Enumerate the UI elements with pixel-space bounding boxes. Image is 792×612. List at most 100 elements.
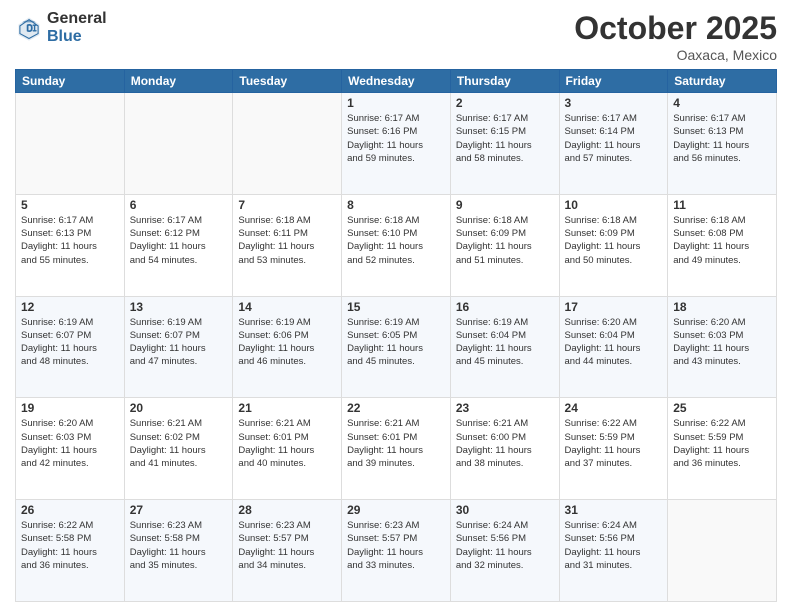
calendar-cell: 27 Sunrise: 6:23 AM Sunset: 5:58 PM Dayli… bbox=[124, 500, 233, 602]
calendar-day-header: Thursday bbox=[450, 70, 559, 93]
day-info: Sunrise: 6:21 AM Sunset: 6:02 PM Dayligh… bbox=[130, 417, 228, 470]
day-number: 20 bbox=[130, 401, 228, 415]
day-info: Sunrise: 6:17 AM Sunset: 6:15 PM Dayligh… bbox=[456, 112, 554, 165]
calendar-day-header: Wednesday bbox=[342, 70, 451, 93]
calendar-cell: 31Sunrise: 6:24 AM Sunset: 5:56 PM Dayli… bbox=[559, 500, 668, 602]
calendar-cell: 3Sunrise: 6:17 AM Sunset: 6:14 PM Daylig… bbox=[559, 93, 668, 195]
calendar-cell bbox=[668, 500, 777, 602]
day-info: Sunrise: 6:21 AM Sunset: 6:01 PM Dayligh… bbox=[238, 417, 336, 470]
day-number: 5 bbox=[21, 198, 119, 212]
day-info: Sunrise: 6:18 AM Sunset: 6:08 PM Dayligh… bbox=[673, 214, 771, 267]
calendar-cell bbox=[16, 93, 125, 195]
calendar-cell: 20 Sunrise: 6:21 AM Sunset: 6:02 PM Dayli… bbox=[124, 398, 233, 500]
calendar-cell: 15Sunrise: 6:19 AM Sunset: 6:05 PM Dayli… bbox=[342, 296, 451, 398]
header: General Blue October 2025 Oaxaca, Mexico bbox=[15, 10, 777, 63]
day-info: Sunrise: 6:17 AM Sunset: 6:12 PM Dayligh… bbox=[130, 214, 228, 267]
day-info: Sunrise: 6:17 AM Sunset: 6:13 PM Dayligh… bbox=[673, 112, 771, 165]
calendar-cell: 5 Sunrise: 6:17 AM Sunset: 6:13 PM Daylig… bbox=[16, 194, 125, 296]
calendar-day-header: Monday bbox=[124, 70, 233, 93]
day-number: 23 bbox=[456, 401, 554, 415]
day-number: 22 bbox=[347, 401, 445, 415]
calendar-cell: 14 Sunrise: 6:19 AM Sunset: 6:06 PM Dayli… bbox=[233, 296, 342, 398]
day-info: Sunrise: 6:20 AM Sunset: 6:04 PM Dayligh… bbox=[565, 316, 663, 369]
day-number: 29 bbox=[347, 503, 445, 517]
day-number: 16 bbox=[456, 300, 554, 314]
title-block: October 2025 Oaxaca, Mexico bbox=[574, 10, 777, 63]
logo-icon bbox=[15, 14, 43, 42]
day-info: Sunrise: 6:20 AM Sunset: 6:03 PM Dayligh… bbox=[673, 316, 771, 369]
calendar-day-header: Tuesday bbox=[233, 70, 342, 93]
day-info: Sunrise: 6:18 AM Sunset: 6:09 PM Dayligh… bbox=[565, 214, 663, 267]
day-info: Sunrise: 6:19 AM Sunset: 6:04 PM Dayligh… bbox=[456, 316, 554, 369]
calendar-cell: 12 Sunrise: 6:19 AM Sunset: 6:07 PM Dayli… bbox=[16, 296, 125, 398]
day-info: Sunrise: 6:22 AM Sunset: 5:59 PM Dayligh… bbox=[673, 417, 771, 470]
calendar-cell: 19 Sunrise: 6:20 AM Sunset: 6:03 PM Dayli… bbox=[16, 398, 125, 500]
day-info: Sunrise: 6:22 AM Sunset: 5:58 PM Dayligh… bbox=[21, 519, 119, 572]
day-number: 14 bbox=[238, 300, 336, 314]
calendar-cell: 6 Sunrise: 6:17 AM Sunset: 6:12 PM Daylig… bbox=[124, 194, 233, 296]
day-info: Sunrise: 6:19 AM Sunset: 6:07 PM Dayligh… bbox=[21, 316, 119, 369]
day-number: 3 bbox=[565, 96, 663, 110]
day-number: 6 bbox=[130, 198, 228, 212]
day-info: Sunrise: 6:22 AM Sunset: 5:59 PM Dayligh… bbox=[565, 417, 663, 470]
day-number: 19 bbox=[21, 401, 119, 415]
day-number: 4 bbox=[673, 96, 771, 110]
day-number: 9 bbox=[456, 198, 554, 212]
calendar-week-row: 1Sunrise: 6:17 AM Sunset: 6:16 PM Daylig… bbox=[16, 93, 777, 195]
day-info: Sunrise: 6:24 AM Sunset: 5:56 PM Dayligh… bbox=[565, 519, 663, 572]
calendar-cell: 1Sunrise: 6:17 AM Sunset: 6:16 PM Daylig… bbox=[342, 93, 451, 195]
calendar-cell: 17 Sunrise: 6:20 AM Sunset: 6:04 PM Dayli… bbox=[559, 296, 668, 398]
day-info: Sunrise: 6:24 AM Sunset: 5:56 PM Dayligh… bbox=[456, 519, 554, 572]
calendar-cell: 16 Sunrise: 6:19 AM Sunset: 6:04 PM Dayli… bbox=[450, 296, 559, 398]
calendar-cell bbox=[233, 93, 342, 195]
calendar-cell: 26 Sunrise: 6:22 AM Sunset: 5:58 PM Dayli… bbox=[16, 500, 125, 602]
day-info: Sunrise: 6:19 AM Sunset: 6:05 PM Dayligh… bbox=[347, 316, 445, 369]
day-number: 12 bbox=[21, 300, 119, 314]
calendar-week-row: 5 Sunrise: 6:17 AM Sunset: 6:13 PM Daylig… bbox=[16, 194, 777, 296]
day-number: 26 bbox=[21, 503, 119, 517]
calendar-cell: 10Sunrise: 6:18 AM Sunset: 6:09 PM Dayli… bbox=[559, 194, 668, 296]
calendar-cell: 25 Sunrise: 6:22 AM Sunset: 5:59 PM Dayli… bbox=[668, 398, 777, 500]
day-number: 25 bbox=[673, 401, 771, 415]
day-number: 11 bbox=[673, 198, 771, 212]
calendar-table: SundayMondayTuesdayWednesdayThursdayFrid… bbox=[15, 69, 777, 602]
location: Oaxaca, Mexico bbox=[574, 47, 777, 63]
logo-text: General Blue bbox=[47, 10, 107, 45]
day-info: Sunrise: 6:20 AM Sunset: 6:03 PM Dayligh… bbox=[21, 417, 119, 470]
calendar-cell: 23Sunrise: 6:21 AM Sunset: 6:00 PM Dayli… bbox=[450, 398, 559, 500]
calendar-cell: 8 Sunrise: 6:18 AM Sunset: 6:10 PM Daylig… bbox=[342, 194, 451, 296]
day-number: 1 bbox=[347, 96, 445, 110]
calendar-day-header: Saturday bbox=[668, 70, 777, 93]
calendar-cell: 24Sunrise: 6:22 AM Sunset: 5:59 PM Dayli… bbox=[559, 398, 668, 500]
day-info: Sunrise: 6:21 AM Sunset: 6:01 PM Dayligh… bbox=[347, 417, 445, 470]
day-info: Sunrise: 6:18 AM Sunset: 6:11 PM Dayligh… bbox=[238, 214, 336, 267]
calendar-cell: 22 Sunrise: 6:21 AM Sunset: 6:01 PM Dayli… bbox=[342, 398, 451, 500]
month-title: October 2025 bbox=[574, 10, 777, 47]
logo: General Blue bbox=[15, 10, 107, 45]
calendar-cell: 18 Sunrise: 6:20 AM Sunset: 6:03 PM Dayli… bbox=[668, 296, 777, 398]
day-number: 27 bbox=[130, 503, 228, 517]
logo-general-text: General bbox=[47, 10, 107, 28]
calendar-week-row: 26 Sunrise: 6:22 AM Sunset: 5:58 PM Dayli… bbox=[16, 500, 777, 602]
day-number: 17 bbox=[565, 300, 663, 314]
calendar-cell: 9 Sunrise: 6:18 AM Sunset: 6:09 PM Daylig… bbox=[450, 194, 559, 296]
day-info: Sunrise: 6:23 AM Sunset: 5:57 PM Dayligh… bbox=[347, 519, 445, 572]
calendar-week-row: 19 Sunrise: 6:20 AM Sunset: 6:03 PM Dayli… bbox=[16, 398, 777, 500]
calendar-cell: 7 Sunrise: 6:18 AM Sunset: 6:11 PM Daylig… bbox=[233, 194, 342, 296]
day-info: Sunrise: 6:19 AM Sunset: 6:06 PM Dayligh… bbox=[238, 316, 336, 369]
day-info: Sunrise: 6:17 AM Sunset: 6:13 PM Dayligh… bbox=[21, 214, 119, 267]
day-info: Sunrise: 6:19 AM Sunset: 6:07 PM Dayligh… bbox=[130, 316, 228, 369]
day-number: 21 bbox=[238, 401, 336, 415]
calendar-day-header: Friday bbox=[559, 70, 668, 93]
calendar-cell: 2 Sunrise: 6:17 AM Sunset: 6:15 PM Daylig… bbox=[450, 93, 559, 195]
calendar-cell bbox=[124, 93, 233, 195]
calendar-cell: 11 Sunrise: 6:18 AM Sunset: 6:08 PM Dayli… bbox=[668, 194, 777, 296]
calendar-cell: 21 Sunrise: 6:21 AM Sunset: 6:01 PM Dayli… bbox=[233, 398, 342, 500]
day-info: Sunrise: 6:23 AM Sunset: 5:58 PM Dayligh… bbox=[130, 519, 228, 572]
day-info: Sunrise: 6:18 AM Sunset: 6:10 PM Dayligh… bbox=[347, 214, 445, 267]
day-number: 2 bbox=[456, 96, 554, 110]
day-number: 7 bbox=[238, 198, 336, 212]
day-number: 18 bbox=[673, 300, 771, 314]
day-number: 8 bbox=[347, 198, 445, 212]
day-info: Sunrise: 6:18 AM Sunset: 6:09 PM Dayligh… bbox=[456, 214, 554, 267]
